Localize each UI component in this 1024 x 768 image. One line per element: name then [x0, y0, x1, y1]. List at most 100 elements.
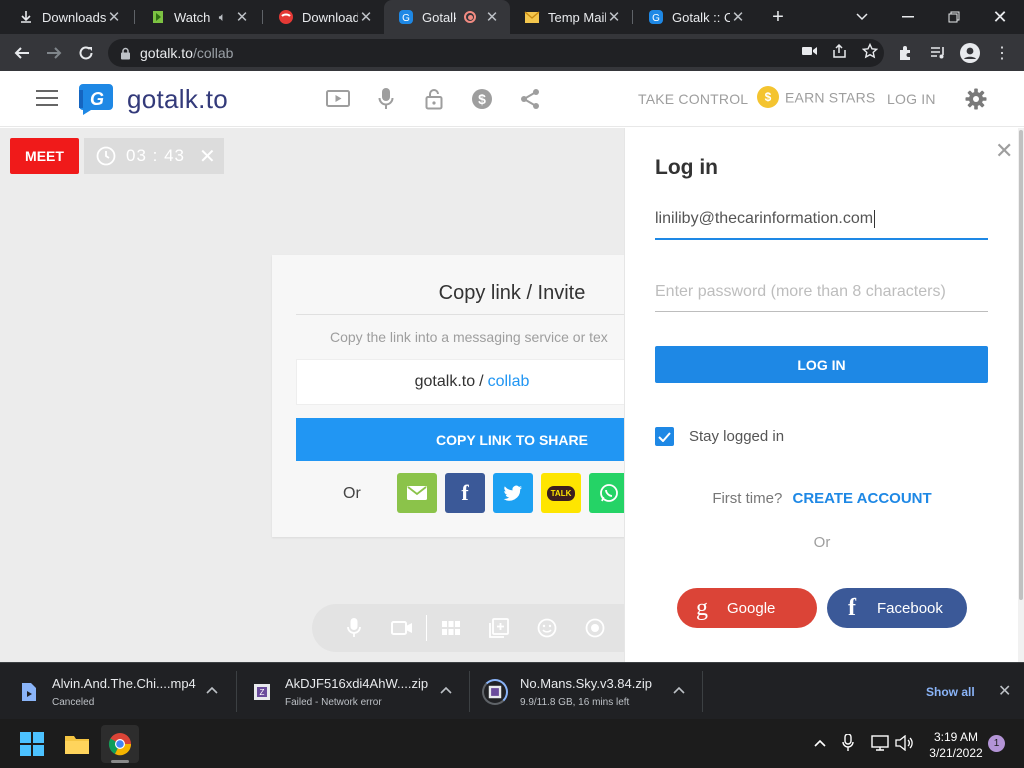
file-explorer-icon[interactable]	[58, 725, 96, 763]
stay-logged-in-checkbox[interactable]	[655, 427, 674, 446]
tab-download-site[interactable]: Download ✕	[264, 0, 384, 34]
download-status: 9.9/11.8 GB, 16 mins left	[520, 696, 630, 708]
stay-logged-in-label: Stay logged in	[689, 428, 785, 445]
share-icon[interactable]	[518, 87, 542, 111]
login-close-icon[interactable]: ✕	[995, 138, 1013, 164]
tab-close-icon[interactable]: ✕	[730, 8, 746, 26]
copy-link-button[interactable]: COPY LINK TO SHARE	[296, 418, 624, 461]
kebab-menu-icon[interactable]: ⋮	[986, 34, 1018, 71]
link-host: gotalk.to	[414, 373, 476, 390]
kakaotalk-share-icon[interactable]: TALK	[541, 473, 581, 513]
new-tab-plus-icon[interactable]: +	[758, 0, 798, 34]
volume-icon[interactable]	[894, 733, 914, 753]
chevron-up-icon[interactable]	[673, 683, 685, 697]
stay-logged-in[interactable]: Stay logged in	[655, 427, 784, 446]
system-clock[interactable]: 3:19 AM 3/21/2022	[920, 729, 992, 761]
svg-text:G: G	[652, 13, 660, 24]
tab-search-chevron-icon[interactable]	[842, 0, 882, 34]
window-close-icon[interactable]: ✕	[980, 0, 1020, 34]
gear-icon[interactable]	[964, 87, 988, 111]
camera-icon[interactable]	[802, 44, 818, 62]
chevron-up-icon[interactable]	[440, 683, 452, 697]
tab-close-icon[interactable]: ✕	[106, 8, 122, 26]
brand[interactable]: G gotalk.to	[77, 82, 228, 116]
record-icon[interactable]	[571, 604, 619, 652]
invite-card: Copy link / Invite Copy the link into a …	[272, 255, 624, 537]
close-shelf-icon[interactable]: ✕	[998, 681, 1011, 701]
bookmark-star-icon[interactable]	[861, 42, 879, 64]
meet-button[interactable]: MEET	[10, 138, 79, 174]
login-title: Log in	[655, 156, 718, 179]
create-account-link[interactable]: CREATE ACCOUNT	[793, 490, 932, 507]
microphone-icon[interactable]	[374, 87, 398, 111]
show-all-downloads-link[interactable]: Show all	[926, 685, 975, 699]
profile-avatar-icon[interactable]	[954, 34, 986, 71]
mic-toggle-icon[interactable]	[330, 604, 378, 652]
windows-start-icon[interactable]	[13, 725, 51, 763]
svg-text:G: G	[90, 89, 104, 109]
tray-microphone-icon[interactable]	[838, 733, 858, 753]
site-header: G gotalk.to $ TAKE CONTROL $ EARN STARS L…	[0, 71, 1024, 127]
facebook-share-icon[interactable]: f	[445, 473, 485, 513]
restore-icon[interactable]	[934, 0, 974, 34]
emoji-icon[interactable]	[523, 604, 571, 652]
url-host: gotalk.to	[140, 45, 193, 61]
meeting-timer: 03 : 43 ✕	[84, 138, 224, 174]
download-name: No.Mans.Sky.v3.84.zip	[520, 675, 652, 691]
tab-temp-mail[interactable]: Temp Mail ✕	[510, 0, 632, 34]
add-screen-icon[interactable]	[475, 604, 523, 652]
forward-arrow-icon[interactable]	[39, 38, 69, 68]
take-control-link[interactable]: TAKE CONTROL	[638, 91, 748, 107]
hamburger-menu-icon[interactable]	[36, 90, 58, 106]
download-progress-icon	[482, 678, 508, 705]
invite-title: Copy link / Invite	[438, 282, 586, 304]
minimize-icon[interactable]	[888, 0, 928, 34]
lock-icon[interactable]	[120, 47, 131, 60]
address-bar[interactable]: gotalk.to/collab	[108, 39, 884, 67]
page-scrollbar[interactable]	[1018, 128, 1024, 662]
tab-gotalk-active[interactable]: G Gotalk ✕	[384, 0, 510, 34]
invite-or-label: Or	[343, 485, 361, 502]
video-play-icon[interactable]	[326, 87, 350, 111]
tab-close-icon[interactable]: ✕	[234, 8, 250, 26]
header-login-link[interactable]: LOG IN	[887, 91, 936, 107]
tab-close-icon[interactable]: ✕	[606, 8, 622, 26]
tab-downloads[interactable]: Downloads ✕	[4, 0, 132, 34]
video-camera-icon[interactable]	[378, 604, 426, 652]
gotalk-favicon-icon: G	[398, 9, 414, 25]
back-arrow-icon[interactable]	[7, 38, 37, 68]
extensions-puzzle-icon[interactable]	[890, 34, 922, 71]
share-link-box[interactable]: gotalk.to / collab	[296, 359, 624, 405]
speaker-icon[interactable]: 🔈︎	[219, 10, 226, 25]
tray-chevron-up-icon[interactable]	[810, 733, 830, 753]
whatsapp-share-icon[interactable]	[589, 473, 624, 513]
dollar-coin-icon[interactable]: $	[470, 87, 494, 111]
network-icon[interactable]	[870, 733, 890, 753]
grid-layout-icon[interactable]	[427, 604, 475, 652]
google-login-button[interactable]: g Google	[677, 588, 817, 628]
facebook-login-button[interactable]: f Facebook	[827, 588, 967, 628]
timer-close-icon[interactable]: ✕	[199, 144, 217, 169]
tab-watch[interactable]: Watch 🔈︎ ✕	[136, 0, 260, 34]
download-item[interactable]: Alvin.And.The.Chi....mp4 Canceled	[18, 663, 196, 720]
media-queue-icon[interactable]	[922, 34, 954, 71]
twitter-share-icon[interactable]	[493, 473, 533, 513]
svg-text:G: G	[402, 13, 410, 24]
tab-close-icon[interactable]: ✕	[358, 8, 374, 26]
login-button[interactable]: LOG IN	[655, 346, 988, 383]
chrome-taskbar-icon[interactable]	[101, 725, 139, 763]
password-field[interactable]: Enter password (more than 8 characters)	[655, 272, 988, 312]
download-item[interactable]: No.Mans.Sky.v3.84.zip 9.9/11.8 GB, 16 mi…	[482, 663, 652, 720]
tab-gotalk-options[interactable]: G Gotalk :: Op ✕	[634, 0, 756, 34]
notification-badge[interactable]: 1	[988, 735, 1005, 752]
clock-icon	[96, 146, 116, 166]
earn-stars-link[interactable]: $ EARN STARS	[757, 86, 875, 110]
lock-icon[interactable]	[422, 87, 446, 111]
tab-close-icon[interactable]: ✕	[484, 8, 500, 26]
share-page-icon[interactable]	[832, 43, 848, 63]
email-field[interactable]: liniliby@thecarinformation.com	[655, 200, 988, 240]
chevron-up-icon[interactable]	[206, 683, 218, 697]
email-share-icon[interactable]	[397, 473, 437, 513]
reload-icon[interactable]	[71, 38, 101, 68]
download-item[interactable]: Z AkDJF516xdi4AhW....zip Failed - Networ…	[251, 663, 428, 720]
